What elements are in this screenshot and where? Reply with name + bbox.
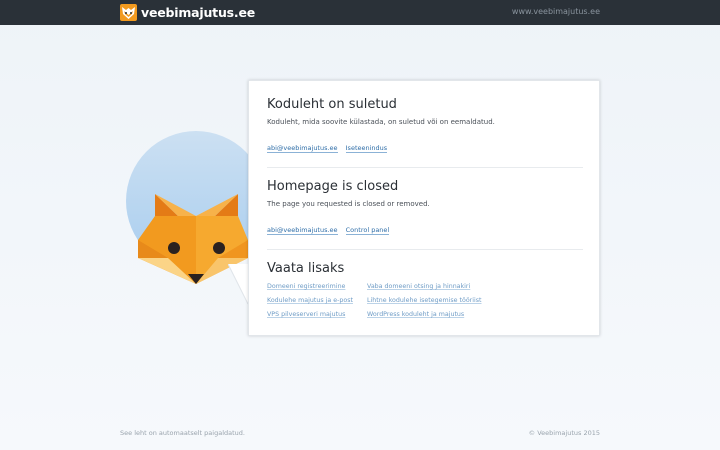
more-link-hosting-email[interactable]: Kodulehe majutus ja e-post <box>267 297 367 304</box>
divider <box>267 249 583 250</box>
logo-name: veebimajutus <box>141 5 234 20</box>
section-links-english: abi@veebimajutus.ee Control panel <box>267 226 583 235</box>
more-link-domain-search[interactable]: Vaba domeeni otsing ja hinnakiri <box>367 283 497 290</box>
footer-copyright: © Veebimajutus 2015 <box>528 429 600 437</box>
logo[interactable]: veebimajutus.ee <box>120 4 255 21</box>
more-link-wordpress[interactable]: WordPress koduleht ja majutus <box>367 311 497 318</box>
fox-left-eye <box>168 242 180 254</box>
section-title-english: Homepage is closed <box>267 179 399 194</box>
section-title-more: Vaata lisaks <box>267 261 345 276</box>
section-english: Homepage is closed The page you requeste… <box>267 179 583 235</box>
self-service-link[interactable]: Iseteenindus <box>345 144 388 153</box>
section-more: Vaata lisaks Domeeni registreerimine Vab… <box>267 261 583 318</box>
logo-text: veebimajutus.ee <box>141 5 255 20</box>
site-url-link[interactable]: www.veebimajutus.ee <box>512 7 600 16</box>
more-link-site-builder[interactable]: Lihtne kodulehe isetegemise tööriist <box>367 297 497 304</box>
fox-right-eye <box>213 242 225 254</box>
footer-note: See leht on automaatselt paigaldatud. <box>120 429 245 437</box>
section-links-estonian: abi@veebimajutus.ee Iseteenindus <box>267 144 583 153</box>
divider <box>267 167 583 168</box>
section-estonian: Koduleht on suletud Koduleht, mida soovi… <box>267 97 583 153</box>
message-card: Koduleht on suletud Koduleht, mida soovi… <box>248 80 600 336</box>
section-description-estonian: Koduleht, mida soovite külastada, on sul… <box>267 118 495 126</box>
more-link-vps[interactable]: VPS pilveserveri majutus <box>267 311 367 318</box>
section-title-estonian: Koduleht on suletud <box>267 97 397 112</box>
top-bar: veebimajutus.ee www.veebimajutus.ee <box>0 0 720 25</box>
email-link-estonian[interactable]: abi@veebimajutus.ee <box>267 144 338 153</box>
email-link-english[interactable]: abi@veebimajutus.ee <box>267 226 338 235</box>
more-links-grid: Domeeni registreerimine Vaba domeeni ots… <box>267 283 583 318</box>
fox-icon <box>120 4 137 21</box>
logo-tld: .ee <box>233 5 256 20</box>
more-link-domain-registration[interactable]: Domeeni registreerimine <box>267 283 367 290</box>
control-panel-link[interactable]: Control panel <box>345 226 390 235</box>
section-description-english: The page you requested is closed or remo… <box>267 200 430 208</box>
